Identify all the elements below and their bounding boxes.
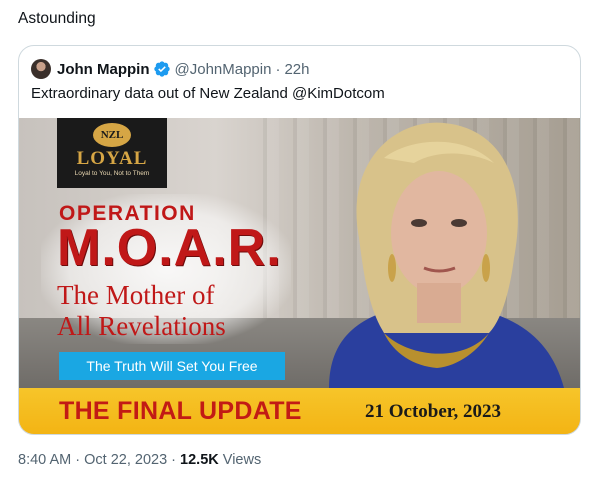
tweet-time[interactable]: 8:40 AM <box>18 452 71 468</box>
meta-separator-1: · <box>75 452 81 468</box>
author-handle[interactable]: @JohnMappin <box>175 61 272 78</box>
moar-title: M.O.A.R. <box>57 219 282 277</box>
verified-badge-icon <box>153 61 170 77</box>
views-count[interactable]: 12.5K <box>180 452 219 468</box>
quoted-tweet-time[interactable]: 22h <box>284 61 309 78</box>
truth-banner: The Truth Will Set You Free <box>59 352 285 380</box>
nzl-loyal-logo: NZL LOYAL Loyal to You, Not to Them <box>57 118 167 188</box>
author-avatar[interactable] <box>31 59 51 79</box>
woman-portrait <box>329 122 564 388</box>
update-date: 21 October, 2023 <box>365 401 501 422</box>
media-image[interactable]: NZL LOYAL Loyal to You, Not to Them OPER… <box>19 118 580 434</box>
header-separator: · <box>275 60 281 78</box>
quoted-tweet-card[interactable]: John Mappin @JohnMappin · 22h Extraordin… <box>18 45 581 435</box>
meta-separator-2: · <box>171 452 177 468</box>
author-name[interactable]: John Mappin <box>57 61 150 78</box>
subtitle-line-2: All Revelations <box>57 311 226 341</box>
quoted-tweet-text: Extraordinary data out of New Zealand @K… <box>31 85 385 102</box>
subtitle-line-1: The Mother of <box>57 280 215 310</box>
tweet-date[interactable]: Oct 22, 2023 <box>84 452 167 468</box>
tweet-metadata: 8:40 AM · Oct 22, 2023 · 12.5K Views <box>18 452 261 468</box>
tweet-text: Astounding <box>18 10 96 27</box>
views-label: Views <box>222 452 262 468</box>
quoted-tweet-header: John Mappin @JohnMappin · 22h <box>31 58 309 80</box>
final-update-bar: THE FINAL UPDATE 21 October, 2023 <box>19 388 580 434</box>
final-update-label: THE FINAL UPDATE <box>59 397 302 425</box>
